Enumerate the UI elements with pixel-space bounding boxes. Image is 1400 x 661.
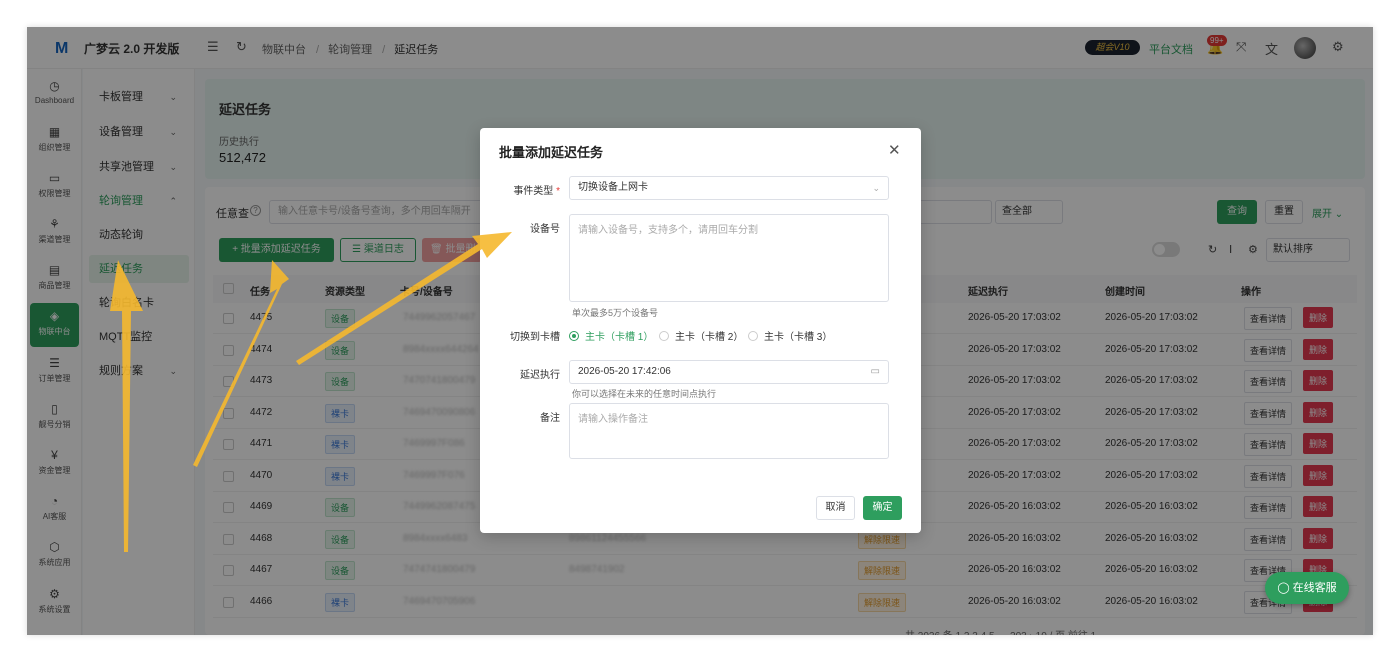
- event-type-select[interactable]: 切换设备上网卡 ⌄: [569, 176, 889, 200]
- event-type-value: 切换设备上网卡: [578, 182, 648, 193]
- device-hint: 单次最多5万个设备号: [572, 308, 659, 318]
- remark-textarea[interactable]: 请输入操作备注: [569, 403, 889, 459]
- device-textarea[interactable]: 请输入设备号，支持多个，请用回车分割: [569, 214, 889, 302]
- required-mark: *: [556, 186, 560, 197]
- event-type-label-text: 事件类型: [513, 186, 554, 197]
- chevron-down-icon: ⌄: [872, 183, 880, 193]
- slot-radio-1[interactable]: 主卡（卡槽 1）: [569, 328, 653, 343]
- online-service-button[interactable]: ◯ 在线客服: [1265, 572, 1349, 604]
- slot-label: 切换到卡槽: [510, 332, 560, 343]
- slot-option-label: 主卡（卡槽 1）: [585, 332, 654, 343]
- radio-dot: [659, 331, 669, 341]
- radio-dot: [569, 331, 579, 341]
- confirm-button[interactable]: 确定: [863, 496, 902, 520]
- close-icon[interactable]: ✕: [888, 141, 901, 159]
- slot-option-label: 主卡（卡槽 2）: [675, 332, 744, 343]
- device-label: 设备号: [530, 224, 560, 235]
- slot-radio-3[interactable]: 主卡（卡槽 3）: [748, 328, 832, 343]
- remark-label: 备注: [540, 413, 560, 424]
- delay-label: 延迟执行: [520, 370, 560, 381]
- calendar-icon: ▭: [870, 366, 880, 377]
- slot-option-label: 主卡（卡槽 3）: [764, 332, 833, 343]
- cancel-button[interactable]: 取消: [816, 496, 855, 520]
- radio-dot: [748, 331, 758, 341]
- delay-hint: 你可以选择在未来的任意时间点执行: [572, 389, 717, 399]
- event-type-label: 事件类型 *: [480, 182, 560, 197]
- app-window: M 广梦云 2.0 开发版 ☰ ↻ 物联中台 / 轮询管理 / 延迟任务 超会V10…: [27, 27, 1373, 635]
- slot-radio-2[interactable]: 主卡（卡槽 2）: [659, 328, 743, 343]
- dialog-title: 批量添加延迟任务: [499, 145, 604, 160]
- delay-datetime-picker[interactable]: 2026-05-20 17:42:06 ▭: [569, 360, 889, 384]
- batch-add-dialog: 批量添加延迟任务 ✕ 事件类型 * 切换设备上网卡 ⌄ 设备号 请输入设备号，支…: [480, 128, 921, 533]
- delay-value: 2026-05-20 17:42:06: [578, 366, 671, 377]
